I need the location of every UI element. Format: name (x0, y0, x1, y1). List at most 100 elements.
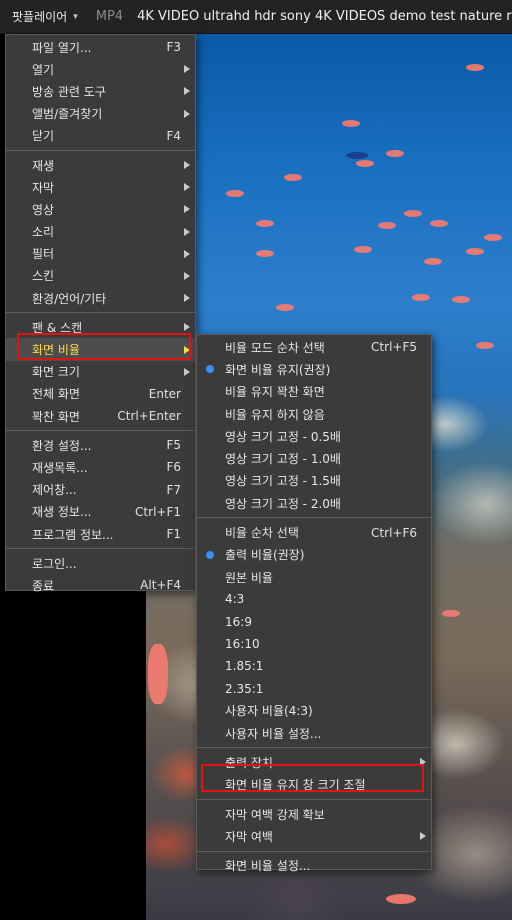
fish (354, 246, 372, 253)
menu-item[interactable]: 열기 (6, 58, 195, 80)
menu-item[interactable]: 재생 정보... Ctrl+F1 (6, 501, 195, 523)
menu-item[interactable]: 자막 (6, 176, 195, 198)
menu-item-shortcut: F7 (166, 482, 181, 497)
menu-item[interactable]: 스킨 (6, 265, 195, 287)
submenu-arrow-icon (184, 345, 190, 354)
menu-item[interactable]: 앨범/즐겨찾기 (6, 103, 195, 125)
menu-item[interactable]: 출력 장치 (197, 751, 431, 773)
fish (226, 190, 244, 197)
radio-checked-icon (206, 550, 214, 559)
menu-item[interactable]: 4:3 (197, 588, 431, 610)
menu-item-label: 꽉찬 화면 (32, 409, 80, 424)
menu-item[interactable]: 화면 비율 (6, 338, 195, 361)
submenu-arrow-icon (420, 758, 426, 767)
app-menu-button[interactable]: 팟플레이어 ▾ (0, 0, 88, 33)
menu-item[interactable]: 전체 화면 Enter (6, 383, 195, 405)
format-label: MP4 (95, 9, 124, 24)
menu-item-label: 환경 설정... (32, 438, 92, 453)
menu-item[interactable]: 사용자 비율(4:3) (197, 700, 431, 722)
menu-item-label: 재생 (32, 158, 55, 173)
fish (386, 894, 416, 904)
menu-item[interactable]: 원본 비율 (197, 566, 431, 588)
menu-item[interactable]: 비율 유지 꽉찬 화면 (197, 381, 431, 403)
menu-item-label: 방송 관련 도구 (32, 84, 106, 99)
submenu-arrow-icon (184, 323, 190, 332)
menu-item[interactable]: 제어창... F7 (6, 479, 195, 501)
menu-item-shortcut: Ctrl+F6 (371, 525, 417, 540)
menu-item[interactable]: 영상 크기 고정 - 2.0배 (197, 492, 431, 514)
fish (276, 304, 294, 311)
submenu-arrow-icon (184, 249, 190, 258)
menu-item-label: 화면 크기 (32, 365, 80, 380)
menu-item-label: 16:10 (225, 637, 260, 651)
menu-item[interactable]: 영상 크기 고정 - 1.5배 (197, 470, 431, 492)
menu-item[interactable]: 종료 Alt+F4 (6, 574, 195, 596)
menu-item[interactable]: 영상 (6, 198, 195, 220)
menu-item-label: 1.85:1 (225, 659, 264, 674)
fish (442, 610, 460, 617)
menu-item[interactable]: 화면 비율 유지(권장) (197, 358, 431, 380)
menu-item-label: 비율 모드 순차 선택 (225, 340, 325, 355)
menu-item[interactable]: 로그인... (6, 552, 195, 574)
menu-item-shortcut: F4 (166, 128, 181, 143)
menu-item[interactable]: 소리 (6, 221, 195, 243)
menu-separator (197, 798, 431, 800)
menu-separator (6, 430, 195, 432)
menu-item-label: 열기 (32, 62, 55, 77)
menu-item[interactable]: 사용자 비율 설정... (197, 722, 431, 744)
menu-item[interactable]: 영상 크기 고정 - 0.5배 (197, 425, 431, 447)
submenu-arrow-icon (184, 109, 190, 118)
menu-item[interactable]: 비율 모드 순차 선택 Ctrl+F5 (197, 336, 431, 358)
menu-item-shortcut: F3 (166, 40, 181, 55)
title-bar: 팟플레이어 ▾ MP4 4K VIDEO ultrahd hdr sony 4K… (0, 0, 512, 34)
menu-item[interactable]: 2.35:1 (197, 677, 431, 699)
menu-item[interactable]: 환경 설정... F5 (6, 434, 195, 456)
menu-item[interactable]: 1.85:1 (197, 655, 431, 677)
fish (256, 220, 274, 227)
fish (412, 294, 430, 301)
menu-item[interactable]: 16:9 (197, 611, 431, 633)
menu-item[interactable]: 팬 & 스캔 (6, 316, 195, 338)
fish (404, 210, 422, 217)
menu-item[interactable]: 화면 비율 설정... (197, 855, 431, 877)
menu-item-label: 영상 크기 고정 - 0.5배 (225, 429, 341, 444)
menu-item[interactable]: 꽉찬 화면 Ctrl+Enter (6, 405, 195, 427)
menu-item[interactable]: 파일 열기... F3 (6, 36, 195, 58)
menu-item[interactable]: 프로그램 정보... F1 (6, 523, 195, 545)
menu-item[interactable]: 16:10 (197, 633, 431, 655)
menu-item[interactable]: 출력 비율(권장) (197, 544, 431, 566)
menu-item[interactable]: 영상 크기 고정 - 1.0배 (197, 447, 431, 469)
menu-item-label: 원본 비율 (225, 570, 273, 585)
app-menu-label: 팟플레이어 (12, 10, 68, 24)
menu-item[interactable]: 화면 크기 (6, 361, 195, 383)
menu-item[interactable]: 비율 유지 하지 않음 (197, 403, 431, 425)
menu-item-label: 로그인... (32, 556, 77, 571)
menu-item-label: 2.35:1 (225, 681, 264, 696)
fish (424, 258, 442, 265)
menu-item-label: 환경/언어/기타 (32, 291, 107, 306)
fish (356, 160, 374, 167)
menu-item[interactable]: 화면 비율 유지 창 크기 조절 (197, 774, 431, 796)
menu-item-shortcut: Ctrl+F5 (371, 340, 417, 355)
menu-item-label: 앨범/즐겨찾기 (32, 107, 103, 122)
menu-item-label: 영상 크기 고정 - 1.0배 (225, 452, 341, 467)
fish (256, 250, 274, 257)
menu-item[interactable]: 자막 여백 (197, 825, 431, 847)
menu-item-label: 자막 여백 강제 확보 (225, 807, 325, 822)
menu-item[interactable]: 재생 (6, 154, 195, 176)
menu-item-label: 출력 비율(권장) (225, 548, 305, 563)
menu-item[interactable]: 방송 관련 도구 (6, 80, 195, 102)
menu-item[interactable]: 자막 여백 강제 확보 (197, 803, 431, 825)
radio-checked-icon (206, 365, 214, 374)
menu-item[interactable]: 비율 순차 선택 Ctrl+F6 (197, 521, 431, 543)
fish (430, 220, 448, 227)
fish (466, 64, 484, 71)
aspect-ratio-submenu: 비율 모드 순차 선택 Ctrl+F5 화면 비율 유지(권장) 비율 유지 꽉찬 화… (196, 334, 432, 873)
menu-separator (197, 747, 431, 749)
menu-item[interactable]: 환경/언어/기타 (6, 287, 195, 309)
submenu-arrow-icon (184, 161, 190, 170)
menu-item-shortcut: F5 (166, 438, 181, 453)
menu-item[interactable]: 필터 (6, 243, 195, 265)
menu-item[interactable]: 닫기 F4 (6, 125, 195, 147)
menu-item[interactable]: 재생목록... F6 (6, 456, 195, 478)
